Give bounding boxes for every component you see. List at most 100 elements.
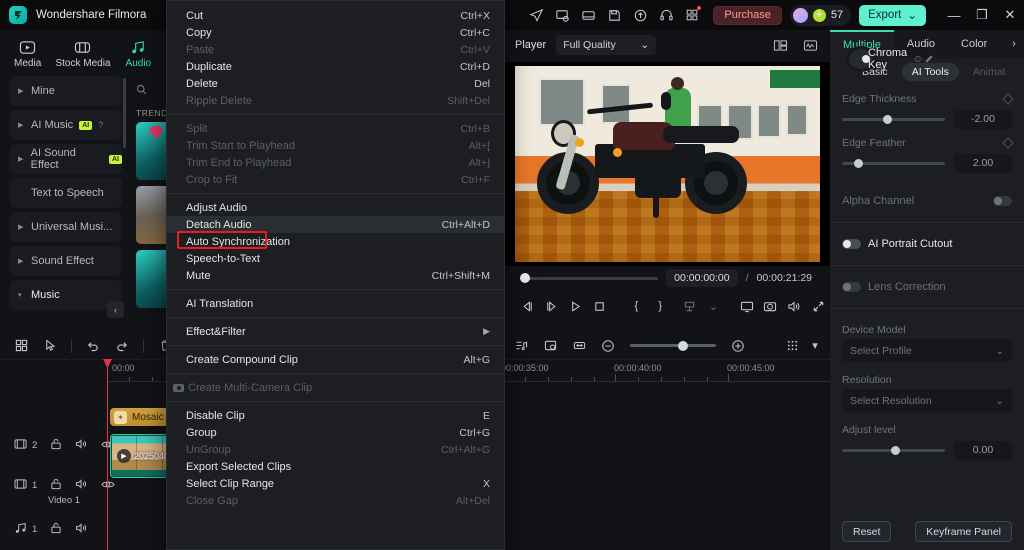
- window-close-button[interactable]: ✕: [996, 0, 1024, 30]
- menu-item-effect-and-filter[interactable]: Effect&Filter ▶: [167, 323, 504, 340]
- split-view-icon[interactable]: [770, 35, 790, 55]
- menu-item-export-selected-clips[interactable]: Export Selected Clips: [167, 458, 504, 475]
- menu-item-detach-audio[interactable]: Detach Audio Ctrl+Alt+D: [167, 216, 504, 233]
- stop-icon[interactable]: [588, 293, 612, 319]
- sidebar-item-universal-music[interactable]: ▶ Universal Musi...: [10, 212, 122, 242]
- audio-thumbnail[interactable]: [136, 186, 166, 244]
- grid-view-icon[interactable]: [8, 335, 34, 357]
- speaker-icon[interactable]: [75, 522, 88, 537]
- adjust-level-value[interactable]: 0.00: [954, 441, 1012, 460]
- camera-icon[interactable]: [758, 293, 782, 319]
- menu-item-adjust-audio[interactable]: Adjust Audio: [167, 199, 504, 216]
- lock-icon[interactable]: [50, 438, 62, 453]
- audio-thumbnail[interactable]: [136, 122, 166, 180]
- menu-item-select-clip-range[interactable]: Select Clip Range X: [167, 475, 504, 492]
- help-circle-icon[interactable]: ⏲: [914, 54, 921, 65]
- device-model-select[interactable]: Select Profile ⌄: [842, 339, 1012, 362]
- send-icon[interactable]: [523, 2, 549, 28]
- pointer-tool-icon[interactable]: [37, 335, 63, 357]
- mark-in-icon[interactable]: {: [624, 293, 648, 319]
- menu-item-create-compound-clip[interactable]: Create Compound Clip Alt+G: [167, 351, 504, 368]
- track-options-icon[interactable]: [779, 335, 805, 357]
- play-icon[interactable]: [564, 293, 588, 319]
- player-seek-bar[interactable]: [523, 277, 658, 280]
- audio-mix-icon[interactable]: [508, 335, 534, 357]
- subtab-animation[interactable]: Animat: [963, 63, 1016, 81]
- play-icon[interactable]: ▶: [117, 449, 131, 463]
- export-button[interactable]: Export ⌄: [859, 5, 926, 26]
- caret-down-icon[interactable]: ⌄: [702, 293, 726, 319]
- keyframe-diamond-icon[interactable]: [1002, 93, 1013, 104]
- speaker-icon[interactable]: [75, 438, 88, 453]
- prev-frame-icon[interactable]: [516, 293, 540, 319]
- subtab-ai-tools[interactable]: AI Tools: [902, 63, 959, 81]
- zoom-out-icon[interactable]: [595, 335, 621, 357]
- tab-stock-media[interactable]: Stock Media: [55, 40, 110, 69]
- menu-item-cut[interactable]: Cut Ctrl+X: [167, 7, 504, 24]
- undo-icon[interactable]: [80, 335, 106, 357]
- help-circle-icon[interactable]: ?: [98, 120, 103, 130]
- seek-knob[interactable]: [520, 273, 530, 283]
- sidebar-item-mine[interactable]: ▶ Mine: [10, 76, 122, 106]
- next-frame-icon[interactable]: [540, 293, 564, 319]
- reset-button[interactable]: Reset: [842, 521, 891, 542]
- edge-feather-slider[interactable]: [842, 162, 945, 165]
- caret-down-icon[interactable]: ▾: [808, 335, 822, 357]
- menu-item-copy[interactable]: Copy Ctrl+C: [167, 24, 504, 41]
- menu-item-ai-translation[interactable]: AI Translation: [167, 295, 504, 312]
- zoom-in-icon[interactable]: [725, 335, 751, 357]
- lens-correction-toggle[interactable]: [842, 282, 861, 292]
- collapse-panel-button[interactable]: ‹: [107, 301, 124, 318]
- export-settings-icon[interactable]: [549, 2, 575, 28]
- menu-item-delete[interactable]: Delete Del: [167, 75, 504, 92]
- menu-item-mute[interactable]: Mute Ctrl+Shift+M: [167, 267, 504, 284]
- lock-icon[interactable]: [50, 522, 62, 537]
- redo-icon[interactable]: [109, 335, 135, 357]
- sidebar-item-sound-effect[interactable]: ▶ Sound Effect: [10, 246, 122, 276]
- fit-timeline-icon[interactable]: [566, 335, 592, 357]
- render-preview-icon[interactable]: [537, 335, 563, 357]
- chevron-right-icon[interactable]: ›: [1004, 30, 1024, 58]
- credits-badge[interactable]: + 57: [790, 5, 851, 26]
- headset-icon[interactable]: [653, 2, 679, 28]
- zoom-slider[interactable]: [630, 344, 716, 347]
- adjust-level-slider[interactable]: [842, 449, 945, 452]
- sidebar-scrollbar[interactable]: [123, 78, 126, 148]
- sidebar-item-ai-sound-effect[interactable]: ▶ AI Sound Effect AI: [10, 144, 122, 174]
- video-preview-stage[interactable]: [505, 62, 830, 266]
- playhead[interactable]: [107, 360, 108, 550]
- edge-feather-value[interactable]: 2.00: [954, 154, 1012, 173]
- purchase-button[interactable]: Purchase: [713, 6, 781, 25]
- sidebar-item-ai-music[interactable]: ▶ AI Music AI ?: [10, 110, 122, 140]
- snapshot-menu-icon[interactable]: [678, 293, 702, 319]
- sidebar-item-music[interactable]: ▾ Music: [10, 280, 122, 310]
- quality-select[interactable]: Full Quality ⌄: [556, 35, 656, 55]
- keyframe-diamond-icon[interactable]: [1002, 137, 1013, 148]
- volume-icon[interactable]: [782, 293, 806, 319]
- menu-item-group[interactable]: Group Ctrl+G: [167, 424, 504, 441]
- menu-item-disable-clip[interactable]: Disable Clip E: [167, 407, 504, 424]
- tab-audio[interactable]: Audio: [111, 40, 166, 69]
- window-minimize-button[interactable]: —: [940, 0, 968, 30]
- tab-color[interactable]: Color: [948, 30, 1000, 58]
- speaker-icon[interactable]: [75, 478, 88, 493]
- alpha-channel-toggle[interactable]: [993, 196, 1012, 206]
- screen-icon[interactable]: [575, 2, 601, 28]
- mark-out-icon[interactable]: }: [648, 293, 672, 319]
- sidebar-item-text-to-speech[interactable]: Text to Speech: [10, 178, 122, 208]
- edge-thickness-slider[interactable]: [842, 118, 945, 121]
- audio-thumbnail[interactable]: [136, 250, 166, 308]
- keyframe-panel-button[interactable]: Keyframe Panel: [915, 521, 1012, 542]
- tab-media[interactable]: Media: [0, 40, 55, 69]
- menu-item-auto-synchronization[interactable]: Auto Synchronization: [167, 233, 504, 250]
- cloud-upload-icon[interactable]: [627, 2, 653, 28]
- menu-item-duplicate[interactable]: Duplicate Ctrl+D: [167, 58, 504, 75]
- apps-grid-icon[interactable]: [679, 2, 705, 28]
- save-icon[interactable]: [601, 2, 627, 28]
- menu-item-speech-to-text[interactable]: Speech-to-Text: [167, 250, 504, 267]
- waveform-icon[interactable]: [800, 35, 820, 55]
- edge-thickness-value[interactable]: -2.00: [954, 110, 1012, 129]
- ai-portrait-cutout-toggle[interactable]: [842, 239, 861, 249]
- search-input[interactable]: [128, 76, 166, 102]
- fullscreen-monitor-icon[interactable]: [735, 293, 759, 319]
